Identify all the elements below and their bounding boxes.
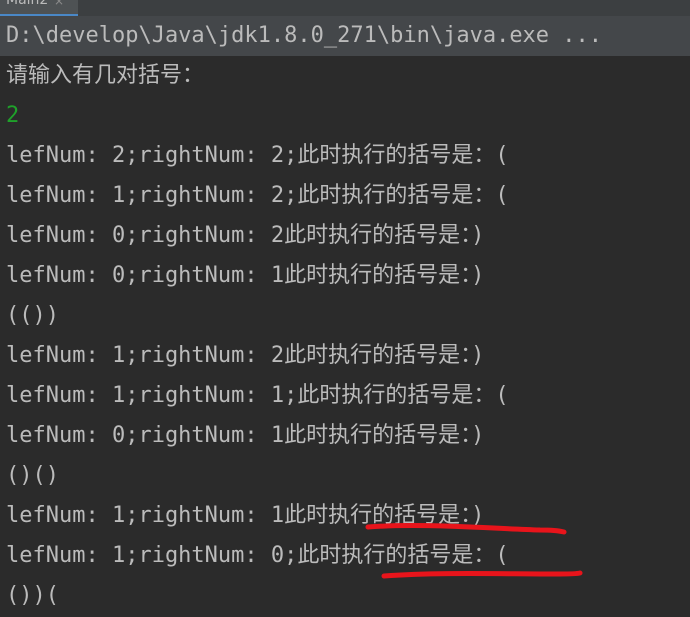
- console-line-11: lefNum: 1;rightNum: 1此时执行的括号是：): [6, 503, 485, 528]
- command-line: D:\develop\Java\jdk1.8.0_271\bin\java.ex…: [0, 16, 690, 56]
- console-line-7: lefNum: 1;rightNum: 2此时执行的括号是：): [6, 343, 485, 368]
- console-line-5: lefNum: 0;rightNum: 1此时执行的括号是：): [6, 263, 485, 288]
- close-icon[interactable]: ×: [54, 0, 64, 8]
- console-line-1: 2: [6, 103, 20, 128]
- run-tab-main2[interactable]: Main2 ×: [0, 0, 78, 16]
- command-text: D:\develop\Java\jdk1.8.0_271\bin\java.ex…: [6, 23, 603, 48]
- console-line-3: lefNum: 1;rightNum: 2;此时执行的括号是：(: [6, 183, 509, 208]
- console-line-8: lefNum: 1;rightNum: 1;此时执行的括号是：(: [6, 383, 509, 408]
- run-tab-label: Main2: [6, 0, 49, 8]
- console-line-9: lefNum: 0;rightNum: 1此时执行的括号是：): [6, 423, 485, 448]
- console-line-6: (()): [6, 303, 59, 328]
- console-line-2: lefNum: 2;rightNum: 2;此时执行的括号是：(: [6, 143, 509, 168]
- run-tab-bar: Main2 ×: [0, 0, 690, 16]
- console-line-10: ()(): [6, 463, 59, 488]
- console-line-0: 请输入有几对括号：: [6, 63, 205, 88]
- console-line-4: lefNum: 0;rightNum: 2此时执行的括号是：): [6, 223, 485, 248]
- console-line-13: ())(: [6, 583, 59, 608]
- console-line-12: lefNum: 1;rightNum: 0;此时执行的括号是：(: [6, 543, 509, 568]
